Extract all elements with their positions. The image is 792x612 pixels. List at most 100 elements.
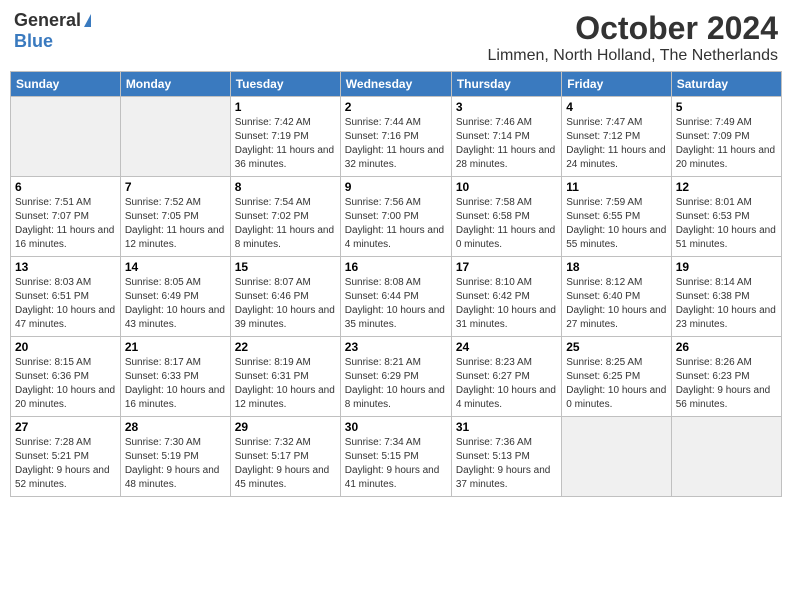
calendar-cell: 29 Sunrise: 7:32 AMSunset: 5:17 PMDayligh… xyxy=(230,417,340,497)
day-info: Sunrise: 8:03 AMSunset: 6:51 PMDaylight:… xyxy=(15,276,116,332)
day-info: Sunrise: 8:23 AMSunset: 6:27 PMDaylight:… xyxy=(456,356,557,412)
calendar-cell: 30Sunrise: 7:34 AMSunset: 5:15 PMDayligh… xyxy=(340,417,451,497)
calendar-cell: 25 Sunrise: 8:25 AMSunset: 6:25 PMDayligh… xyxy=(562,337,671,417)
day-number: 19 xyxy=(676,260,777,274)
day-number: 23 xyxy=(345,340,447,354)
weekday-header: Wednesday xyxy=(340,72,451,97)
day-number: 1 xyxy=(235,100,336,114)
day-number: 3 xyxy=(456,100,557,114)
day-info: Sunrise: 7:44 AMSunset: 7:16 PMDaylight:… xyxy=(345,116,447,172)
weekday-header: Friday xyxy=(562,72,671,97)
day-number: 11 xyxy=(566,180,666,194)
day-info: Sunrise: 8:05 AMSunset: 6:49 PMDaylight:… xyxy=(125,276,226,332)
calendar-cell: 13 Sunrise: 8:03 AMSunset: 6:51 PMDayligh… xyxy=(11,257,121,337)
calendar-table: SundayMondayTuesdayWednesdayThursdayFrid… xyxy=(10,71,782,497)
calendar-cell: 9 Sunrise: 7:56 AMSunset: 7:00 PMDaylight… xyxy=(340,177,451,257)
weekday-header: Tuesday xyxy=(230,72,340,97)
logo-blue: Blue xyxy=(14,31,53,51)
day-info: Sunrise: 8:26 AMSunset: 6:23 PMDaylight:… xyxy=(676,356,777,412)
day-number: 5 xyxy=(676,100,777,114)
day-number: 6 xyxy=(15,180,116,194)
day-number: 14 xyxy=(125,260,226,274)
calendar-cell: 8 Sunrise: 7:54 AMSunset: 7:02 PMDaylight… xyxy=(230,177,340,257)
day-number: 26 xyxy=(676,340,777,354)
calendar-cell: 21Sunrise: 8:17 AMSunset: 6:33 PMDayligh… xyxy=(120,337,230,417)
day-number: 22 xyxy=(235,340,336,354)
day-number: 27 xyxy=(15,420,116,434)
weekday-header: Thursday xyxy=(451,72,561,97)
day-info: Sunrise: 7:42 AMSunset: 7:19 PMDaylight:… xyxy=(235,116,336,172)
weekday-header-row: SundayMondayTuesdayWednesdayThursdayFrid… xyxy=(11,72,782,97)
calendar-cell xyxy=(562,417,671,497)
calendar-cell: 12Sunrise: 8:01 AMSunset: 6:53 PMDayligh… xyxy=(671,177,781,257)
page-header: General Blue October 2024 Limmen, North … xyxy=(10,10,782,65)
calendar-cell: 3 Sunrise: 7:46 AMSunset: 7:14 PMDaylight… xyxy=(451,97,561,177)
day-info: Sunrise: 8:14 AMSunset: 6:38 PMDaylight:… xyxy=(676,276,777,332)
calendar-cell: 26 Sunrise: 8:26 AMSunset: 6:23 PMDayligh… xyxy=(671,337,781,417)
day-info: Sunrise: 7:30 AMSunset: 5:19 PMDaylight:… xyxy=(125,436,226,492)
day-info: Sunrise: 7:47 AMSunset: 7:12 PMDaylight:… xyxy=(566,116,666,172)
day-number: 4 xyxy=(566,100,666,114)
day-number: 20 xyxy=(15,340,116,354)
location-title: Limmen, North Holland, The Netherlands xyxy=(487,47,778,65)
day-info: Sunrise: 7:28 AMSunset: 5:21 PMDaylight:… xyxy=(15,436,116,492)
week-row: 1 Sunrise: 7:42 AMSunset: 7:19 PMDaylight… xyxy=(11,97,782,177)
calendar-cell: 22 Sunrise: 8:19 AMSunset: 6:31 PMDayligh… xyxy=(230,337,340,417)
calendar-cell: 28 Sunrise: 7:30 AMSunset: 5:19 PMDayligh… xyxy=(120,417,230,497)
calendar-cell: 23Sunrise: 8:21 AMSunset: 6:29 PMDayligh… xyxy=(340,337,451,417)
week-row: 20 Sunrise: 8:15 AMSunset: 6:36 PMDayligh… xyxy=(11,337,782,417)
calendar-cell: 14 Sunrise: 8:05 AMSunset: 6:49 PMDayligh… xyxy=(120,257,230,337)
day-info: Sunrise: 8:15 AMSunset: 6:36 PMDaylight:… xyxy=(15,356,116,412)
day-info: Sunrise: 8:10 AMSunset: 6:42 PMDaylight:… xyxy=(456,276,557,332)
day-number: 10 xyxy=(456,180,557,194)
day-info: Sunrise: 7:36 AMSunset: 5:13 PMDaylight:… xyxy=(456,436,557,492)
calendar-cell: 15 Sunrise: 8:07 AMSunset: 6:46 PMDayligh… xyxy=(230,257,340,337)
logo-general: General xyxy=(14,10,81,31)
week-row: 27 Sunrise: 7:28 AMSunset: 5:21 PMDayligh… xyxy=(11,417,782,497)
day-info: Sunrise: 8:19 AMSunset: 6:31 PMDaylight:… xyxy=(235,356,336,412)
weekday-header: Saturday xyxy=(671,72,781,97)
day-info: Sunrise: 7:54 AMSunset: 7:02 PMDaylight:… xyxy=(235,196,336,252)
day-info: Sunrise: 7:58 AMSunset: 6:58 PMDaylight:… xyxy=(456,196,557,252)
day-number: 29 xyxy=(235,420,336,434)
day-info: Sunrise: 7:52 AMSunset: 7:05 PMDaylight:… xyxy=(125,196,226,252)
weekday-header: Monday xyxy=(120,72,230,97)
day-number: 13 xyxy=(15,260,116,274)
day-number: 15 xyxy=(235,260,336,274)
day-info: Sunrise: 8:12 AMSunset: 6:40 PMDaylight:… xyxy=(566,276,666,332)
day-info: Sunrise: 8:08 AMSunset: 6:44 PMDaylight:… xyxy=(345,276,447,332)
calendar-cell xyxy=(671,417,781,497)
calendar-cell: 24 Sunrise: 8:23 AMSunset: 6:27 PMDayligh… xyxy=(451,337,561,417)
calendar-cell: 5 Sunrise: 7:49 AMSunset: 7:09 PMDaylight… xyxy=(671,97,781,177)
day-info: Sunrise: 7:34 AMSunset: 5:15 PMDaylight:… xyxy=(345,436,447,492)
day-number: 21 xyxy=(125,340,226,354)
day-info: Sunrise: 7:51 AMSunset: 7:07 PMDaylight:… xyxy=(15,196,116,252)
day-info: Sunrise: 8:07 AMSunset: 6:46 PMDaylight:… xyxy=(235,276,336,332)
calendar-cell: 6 Sunrise: 7:51 AMSunset: 7:07 PMDaylight… xyxy=(11,177,121,257)
week-row: 6 Sunrise: 7:51 AMSunset: 7:07 PMDaylight… xyxy=(11,177,782,257)
day-number: 28 xyxy=(125,420,226,434)
day-number: 12 xyxy=(676,180,777,194)
day-number: 25 xyxy=(566,340,666,354)
day-info: Sunrise: 7:56 AMSunset: 7:00 PMDaylight:… xyxy=(345,196,447,252)
calendar-cell: 10 Sunrise: 7:58 AMSunset: 6:58 PMDayligh… xyxy=(451,177,561,257)
day-number: 9 xyxy=(345,180,447,194)
day-number: 17 xyxy=(456,260,557,274)
weekday-header: Sunday xyxy=(11,72,121,97)
day-number: 7 xyxy=(125,180,226,194)
day-info: Sunrise: 7:49 AMSunset: 7:09 PMDaylight:… xyxy=(676,116,777,172)
logo: General Blue xyxy=(14,10,91,52)
day-info: Sunrise: 8:25 AMSunset: 6:25 PMDaylight:… xyxy=(566,356,666,412)
day-number: 18 xyxy=(566,260,666,274)
calendar-cell: 11 Sunrise: 7:59 AMSunset: 6:55 PMDayligh… xyxy=(562,177,671,257)
day-info: Sunrise: 7:32 AMSunset: 5:17 PMDaylight:… xyxy=(235,436,336,492)
day-info: Sunrise: 7:46 AMSunset: 7:14 PMDaylight:… xyxy=(456,116,557,172)
week-row: 13 Sunrise: 8:03 AMSunset: 6:51 PMDayligh… xyxy=(11,257,782,337)
logo-icon xyxy=(84,14,91,27)
calendar-cell: 27 Sunrise: 7:28 AMSunset: 5:21 PMDayligh… xyxy=(11,417,121,497)
day-number: 31 xyxy=(456,420,557,434)
day-number: 8 xyxy=(235,180,336,194)
calendar-cell: 16Sunrise: 8:08 AMSunset: 6:44 PMDayligh… xyxy=(340,257,451,337)
day-number: 24 xyxy=(456,340,557,354)
day-info: Sunrise: 7:59 AMSunset: 6:55 PMDaylight:… xyxy=(566,196,666,252)
